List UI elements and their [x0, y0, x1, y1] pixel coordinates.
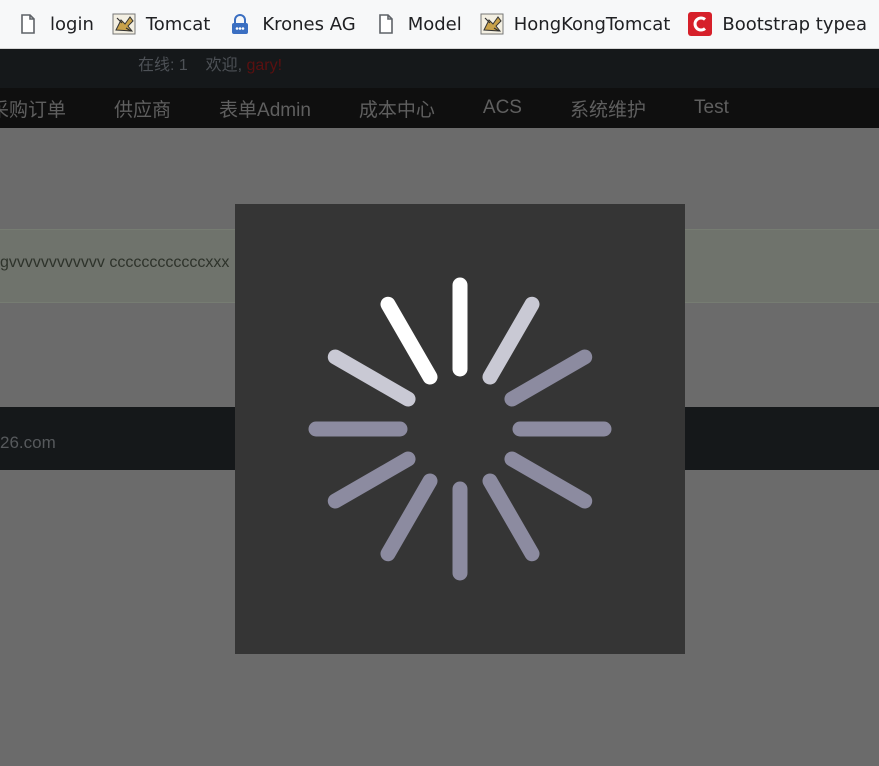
bookmark-hongkongtomcat[interactable]: HongKongTomcat	[480, 0, 671, 48]
loading-modal	[235, 204, 685, 654]
username-link[interactable]: gary	[246, 57, 277, 74]
nav-item-system-maintenance[interactable]: 系统维护	[570, 95, 646, 122]
tomcat-icon	[112, 13, 136, 35]
nav-item-form-admin[interactable]: 表单Admin	[219, 95, 311, 122]
bookmark-model[interactable]: Model	[374, 0, 462, 48]
bookmark-login[interactable]: login	[16, 0, 94, 48]
bookmark-label: HongKongTomcat	[513, 13, 671, 35]
nav-item-purchase-orders[interactable]: 采购订单	[0, 95, 66, 122]
bookmark-tomcat[interactable]: Tomcat	[112, 0, 210, 48]
spinner-spoke	[380, 296, 438, 385]
loading-spinner-icon	[308, 277, 612, 581]
spinner-spoke	[504, 349, 593, 407]
nav-item-cost-center[interactable]: 成本中心	[359, 95, 435, 122]
page: login Tomcat Krones AG Model HongKongTom…	[0, 0, 879, 766]
brand-c-icon	[688, 12, 713, 36]
main-nav: 采购订单 供应商 表单Admin 成本中心 ACS 系统维护 Test	[0, 88, 879, 128]
bookmark-bootstrap-typeahead[interactable]: Bootstrap typea	[688, 0, 867, 48]
tomcat-icon	[480, 13, 504, 35]
lock-icon	[232, 14, 249, 34]
spinner-spoke	[482, 296, 540, 385]
spinner-spoke	[504, 451, 593, 509]
bookmark-label: Krones AG	[262, 13, 356, 35]
page-icon	[21, 14, 35, 34]
bookmark-label: login	[50, 13, 94, 35]
online-status: 在线: 1 欢迎, gary!	[138, 51, 282, 75]
nav-item-test[interactable]: Test	[694, 97, 729, 119]
spinner-spoke	[380, 473, 438, 562]
site-header: 在线: 1 欢迎, gary!	[0, 49, 879, 88]
spinner-spoke	[327, 451, 416, 509]
bookmarks-bar: login Tomcat Krones AG Model HongKongTom…	[0, 0, 879, 49]
bookmark-krones-ag[interactable]: Krones AG	[228, 0, 356, 48]
footer-text: 26.com	[0, 433, 56, 452]
nav-item-acs[interactable]: ACS	[483, 97, 522, 119]
spinner-spoke	[327, 349, 416, 407]
page-icon	[378, 14, 393, 34]
bookmark-label: Model	[407, 13, 462, 35]
welcome-text: 欢迎,	[205, 57, 243, 74]
username-suffix: !	[277, 57, 283, 74]
alert-text: gvvvvvvvvvvvv ccccccccccccxxx	[0, 254, 230, 271]
online-count: 在线: 1	[138, 57, 188, 74]
bookmark-label: Tomcat	[145, 13, 211, 35]
nav-item-suppliers[interactable]: 供应商	[114, 95, 171, 122]
spinner-spoke	[482, 473, 540, 562]
bookmark-label: Bootstrap typea	[722, 13, 868, 35]
